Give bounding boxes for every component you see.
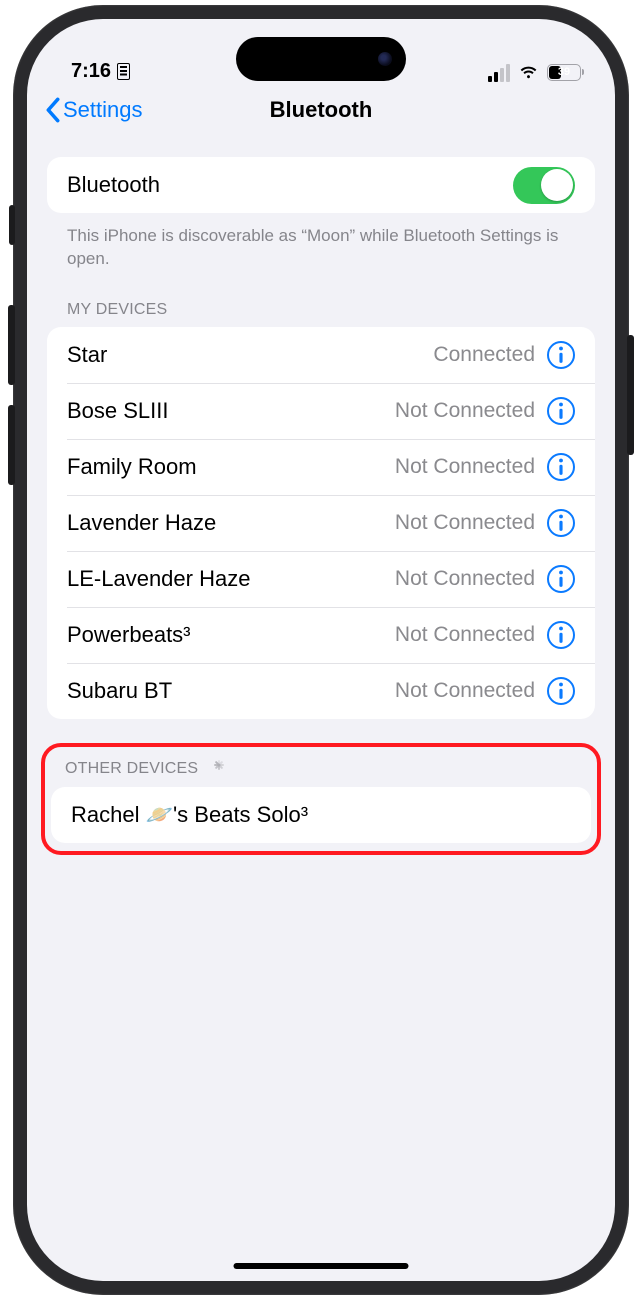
info-icon[interactable]: [547, 677, 575, 705]
device-name: Bose SLIII: [67, 398, 169, 424]
scanning-spinner-icon: [208, 759, 228, 779]
info-icon[interactable]: [547, 565, 575, 593]
home-indicator[interactable]: [234, 1263, 409, 1269]
power-button[interactable]: [627, 335, 634, 455]
info-icon[interactable]: [547, 453, 575, 481]
device-row[interactable]: Family Room Not Connected: [67, 439, 595, 495]
info-icon[interactable]: [547, 509, 575, 537]
info-icon[interactable]: [547, 341, 575, 369]
info-icon[interactable]: [547, 621, 575, 649]
phone-frame: 7:16 39 Setti: [13, 5, 629, 1295]
my-devices-list: StarConnectedBose SLIIINot ConnectedFami…: [47, 327, 595, 719]
device-status: Not Connected: [395, 455, 535, 479]
device-status: Not Connected: [395, 511, 535, 535]
device-name: Star: [67, 342, 107, 368]
screen: 7:16 39 Setti: [27, 19, 615, 1281]
device-row[interactable]: Star Connected: [47, 327, 595, 383]
other-devices-header: OTHER DEVICES: [51, 751, 591, 787]
bluetooth-toggle-label: Bluetooth: [67, 172, 160, 198]
camera-lens: [378, 52, 392, 66]
dynamic-island: [236, 37, 406, 81]
volume-down-button[interactable]: [8, 405, 15, 485]
nav-bar: Settings Bluetooth: [27, 83, 615, 137]
other-devices-highlight: OTHER DEVICES Rachel 🪐's Beats Solo³: [41, 743, 601, 855]
mute-switch[interactable]: [9, 205, 15, 245]
content-area: Bluetooth This iPhone is discoverable as…: [27, 137, 615, 855]
bluetooth-toggle[interactable]: [513, 167, 575, 204]
device-name: Rachel 🪐's Beats Solo³: [71, 802, 308, 828]
clock-text: 7:16: [71, 60, 111, 83]
bluetooth-toggle-row: Bluetooth: [47, 157, 595, 213]
discoverable-text: This iPhone is discoverable as “Moon” wh…: [47, 213, 595, 271]
device-row[interactable]: Bose SLIII Not Connected: [67, 383, 595, 439]
bluetooth-toggle-card: Bluetooth: [47, 157, 595, 213]
status-right: 39: [488, 62, 581, 83]
battery-percent: 39: [548, 66, 580, 78]
device-name: Subaru BT: [67, 678, 172, 704]
battery-icon: 39: [547, 64, 581, 81]
my-devices-header: MY DEVICES: [47, 271, 595, 327]
device-name: LE-Lavender Haze: [67, 566, 250, 592]
device-row[interactable]: LE-Lavender Haze Not Connected: [67, 551, 595, 607]
info-icon[interactable]: [547, 397, 575, 425]
device-row[interactable]: Subaru BT Not Connected: [67, 663, 595, 719]
status-left: 7:16: [71, 60, 130, 83]
device-status: Not Connected: [395, 623, 535, 647]
back-button[interactable]: Settings: [45, 97, 143, 123]
device-status: Connected: [433, 343, 535, 367]
device-row[interactable]: Powerbeats³ Not Connected: [67, 607, 595, 663]
device-status: Not Connected: [395, 679, 535, 703]
device-status: Not Connected: [395, 567, 535, 591]
device-status: Not Connected: [395, 399, 535, 423]
cellular-signal-icon: [488, 64, 510, 82]
device-row[interactable]: Lavender Haze Not Connected: [67, 495, 595, 551]
other-devices-list: Rachel 🪐's Beats Solo³: [51, 787, 591, 843]
other-device-row[interactable]: Rachel 🪐's Beats Solo³: [51, 787, 591, 843]
device-name: Family Room: [67, 454, 197, 480]
device-name: Powerbeats³: [67, 622, 191, 648]
wifi-icon: [518, 62, 539, 83]
device-name: Lavender Haze: [67, 510, 216, 536]
volume-up-button[interactable]: [8, 305, 15, 385]
page-title: Bluetooth: [270, 97, 373, 123]
chevron-left-icon: [45, 97, 61, 123]
shortcut-icon: [117, 63, 130, 80]
back-label: Settings: [63, 97, 143, 123]
